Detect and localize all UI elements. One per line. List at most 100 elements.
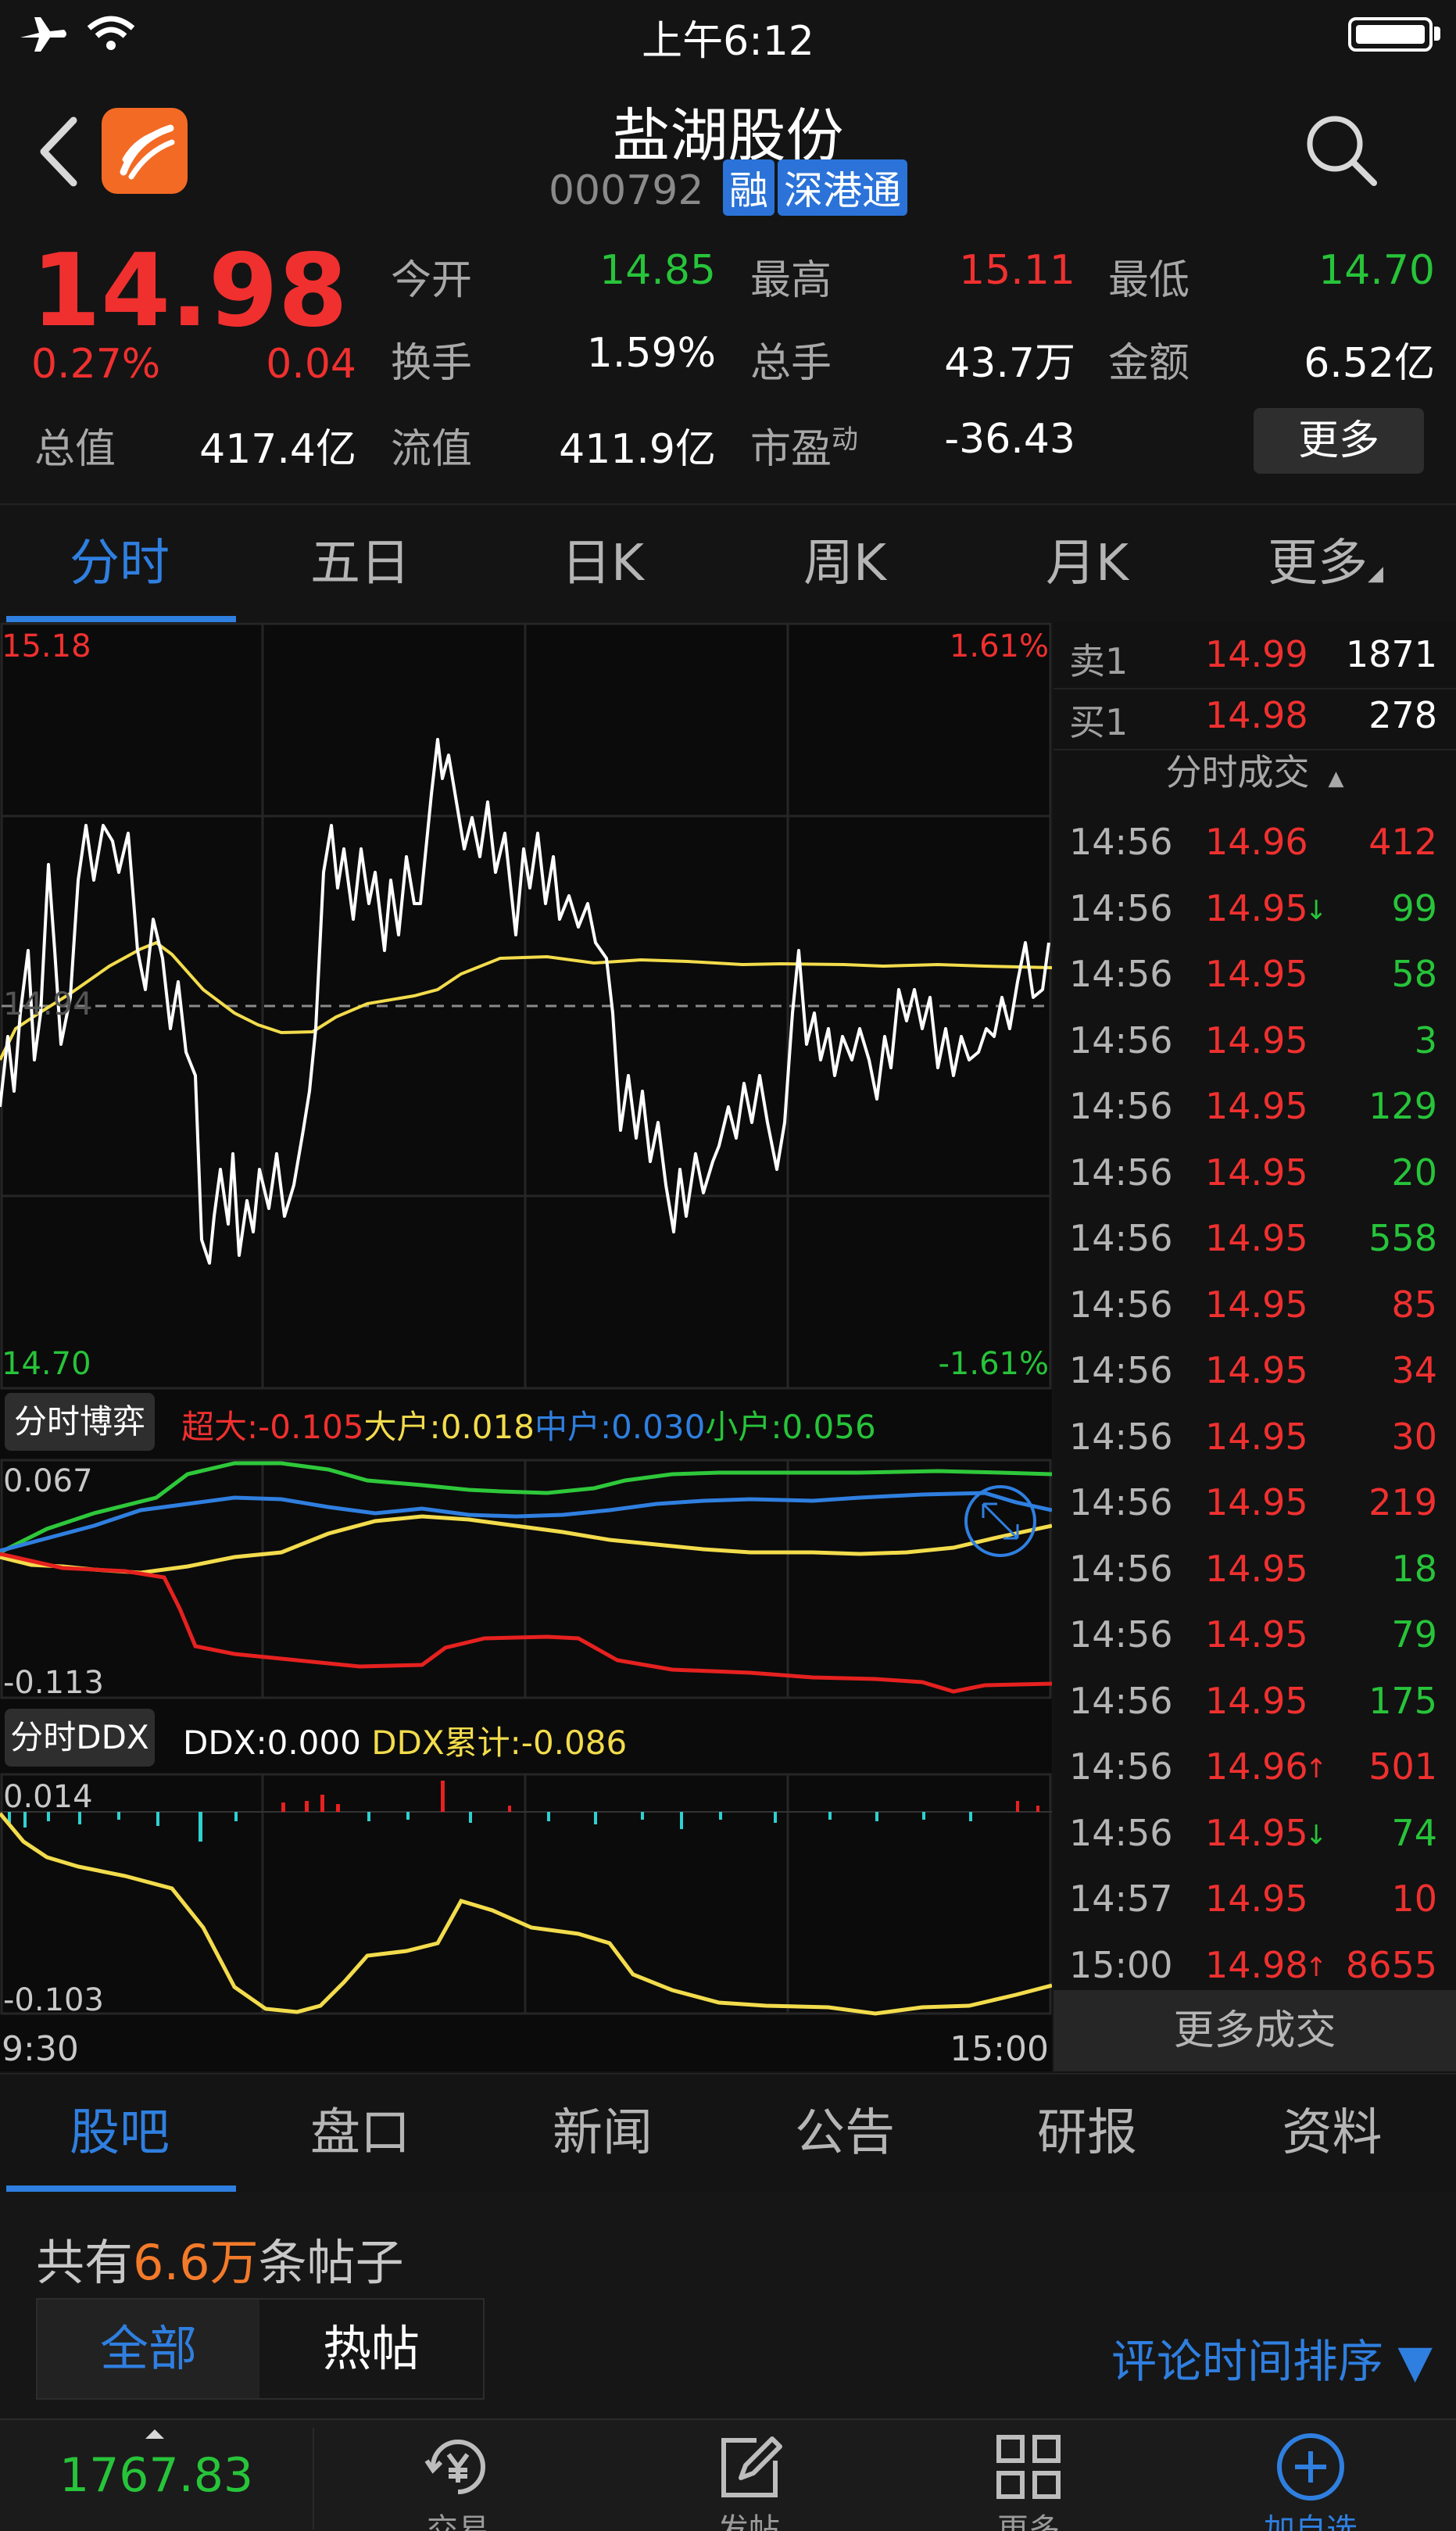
trade-qty: 3 <box>1414 1018 1437 1061</box>
trade-qty: 20 <box>1391 1151 1437 1194</box>
legend-small: 小户:0.056 <box>705 1408 876 1446</box>
tab-intraday[interactable]: 分时 <box>0 505 239 624</box>
tab-research[interactable]: 研报 <box>966 2075 1208 2193</box>
trades-title[interactable]: 分时成交 ▲ <box>1054 744 1456 796</box>
trade-price: 14.95 <box>1205 886 1308 929</box>
nav-more[interactable]: 更多 <box>883 2420 1174 2531</box>
axis-max-pct: 1.61% <box>949 628 1049 664</box>
amount-value: 6.52亿 <box>1304 340 1435 387</box>
battery-icon <box>1348 17 1433 52</box>
trade-row: 14:56 14.95 85 <box>1054 1273 1456 1338</box>
intraday-chart-area[interactable]: 15.18 1.61% 14.94 14.70 -1.61% 分时博弈 超大:-… <box>0 622 1052 2071</box>
connect-tag: 深港通 <box>778 159 908 216</box>
grid-icon <box>996 2435 1061 2499</box>
tab-weekly-k[interactable]: 周K <box>724 505 966 624</box>
quote-more-button[interactable]: 更多 <box>1254 408 1424 474</box>
more-trades-button[interactable]: 更多成交 <box>1054 1990 1456 2071</box>
change-value: 0.04 <box>266 341 356 388</box>
turnover-label: 换手 <box>391 340 473 387</box>
trade-price: 14.95 <box>1205 1349 1308 1391</box>
trade-qty: 18 <box>1391 1547 1437 1590</box>
info-tab-bar: 股吧 盘口 新闻 公告 研报 资料 <box>0 2073 1456 2193</box>
volume-label: 总手 <box>750 340 832 387</box>
trade-time: 14:56 <box>1069 821 1173 863</box>
axis-min-price: 14.70 <box>2 1346 91 1382</box>
legend-super-large: 超大:-0.105 <box>181 1408 364 1446</box>
trade-row: 14:56 14.95 558 <box>1054 1206 1456 1272</box>
trade-time: 14:56 <box>1069 886 1173 929</box>
open-value: 14.85 <box>599 247 716 294</box>
trade-qty: 30 <box>1391 1415 1437 1458</box>
nav-trade-label: 交易 <box>427 2512 489 2531</box>
game-axis-min: -0.113 <box>3 1665 104 1701</box>
trade-price: 14.95 <box>1205 1613 1308 1656</box>
trade-row: 14:56 14.95 58 <box>1054 942 1456 1008</box>
trade-price: 14.98 <box>1205 1943 1308 1986</box>
trade-row: 14:56 14.95 34 <box>1054 1338 1456 1404</box>
trade-qty: 99 <box>1391 886 1437 929</box>
trades-caret-icon: ▲ <box>1328 767 1344 790</box>
status-time: 上午6:12 <box>642 18 814 65</box>
ask-qty: 1871 <box>1345 633 1437 675</box>
trade-time: 14:56 <box>1069 1811 1173 1854</box>
search-icon[interactable] <box>1302 111 1380 189</box>
tab-five-day[interactable]: 五日 <box>239 505 481 624</box>
game-legend: 超大:-0.105大户:0.018中户:0.030小户:0.056 <box>181 1401 876 1448</box>
ask-row[interactable]: 卖1 14.99 1871 <box>1054 622 1456 689</box>
nav-more-label: 更多 <box>997 2512 1060 2531</box>
trade-qty: 74 <box>1391 1811 1437 1854</box>
tab-monthly-k[interactable]: 月K <box>966 505 1208 624</box>
trade-price: 14.95 <box>1205 1283 1308 1326</box>
expand-arrows-icon <box>982 1502 1019 1540</box>
game-panel-button[interactable]: 分时博弈 <box>5 1393 155 1451</box>
filter-all-button[interactable]: 全部 <box>38 2300 259 2398</box>
index-up-icon <box>145 2429 164 2439</box>
tab-news[interactable]: 新闻 <box>481 2075 724 2193</box>
trade-qty: 34 <box>1391 1349 1437 1391</box>
tab-profile[interactable]: 资料 <box>1208 2075 1456 2193</box>
tab-more-label: 更多 <box>1268 535 1368 592</box>
tab-announcements[interactable]: 公告 <box>724 2075 966 2193</box>
trade-time: 14:56 <box>1069 1085 1173 1127</box>
nav-post[interactable]: 发帖 <box>603 2420 894 2531</box>
last-price: 14.98 <box>31 233 348 349</box>
legend-ddx-cumulative: DDX累计:-0.086 <box>371 1724 628 1762</box>
bid-label: 买1 <box>1069 701 1129 743</box>
bid-row[interactable]: 买1 14.98 278 <box>1054 683 1456 750</box>
trade-row: 14:56 14.96 ↑ 501 <box>1054 1734 1456 1800</box>
sort-dropdown[interactable]: 评论时间排序 ▼ <box>1111 2325 1433 2390</box>
trade-time: 14:57 <box>1069 1878 1173 1920</box>
post-filter: 全部 热帖 <box>36 2298 485 2400</box>
post-count: 共有6.6万条帖子 <box>36 2223 404 2293</box>
trade-row: 14:56 14.95 3 <box>1054 1008 1456 1074</box>
quote-panel: 14.98 0.27% 0.04 今开 14.85 最高 15.11 最低 14… <box>0 220 1456 502</box>
legend-medium: 中户:0.030 <box>534 1408 706 1446</box>
trade-price: 14.96 <box>1205 821 1308 863</box>
trade-row: 14:56 14.95 79 <box>1054 1602 1456 1668</box>
trade-row: 14:56 14.95 219 <box>1054 1470 1456 1536</box>
trade-price: 14.95 <box>1205 1481 1308 1523</box>
trade-qty: 85 <box>1391 1283 1437 1326</box>
nav-trade[interactable]: 交易 <box>313 2420 603 2531</box>
trade-price: 14.95 <box>1205 1679 1308 1722</box>
tab-daily-k[interactable]: 日K <box>481 505 724 624</box>
nav-index[interactable]: 1767.83 <box>0 2420 291 2531</box>
tab-more[interactable]: 更多◢ <box>1208 505 1443 624</box>
filter-hot-button[interactable]: 热帖 <box>259 2300 483 2398</box>
trade-time: 14:56 <box>1069 1283 1173 1326</box>
trade-price: 14.95 <box>1205 1151 1308 1194</box>
axis-ref-price: 14.94 <box>3 986 93 1022</box>
game-axis-max: 0.067 <box>3 1463 93 1499</box>
trade-row: 14:56 14.95 30 <box>1054 1405 1456 1470</box>
nav-add-watchlist[interactable]: 加自选 <box>1165 2420 1456 2531</box>
tab-order-book[interactable]: 盘口 <box>239 2075 481 2193</box>
ddx-legend: DDX:0.000 DDX累计:-0.086 <box>183 1717 627 1764</box>
trade-time: 15:00 <box>1069 1943 1173 1986</box>
ddx-panel-button[interactable]: 分时DDX <box>5 1709 155 1767</box>
pe-label: 市盈动 <box>750 416 858 474</box>
trade-time: 14:56 <box>1069 1745 1173 1788</box>
tab-forum[interactable]: 股吧 <box>0 2075 239 2193</box>
trade-time: 14:56 <box>1069 1151 1173 1194</box>
trade-qty: 79 <box>1391 1613 1437 1656</box>
trade-row: 14:56 14.95 ↓ 99 <box>1054 876 1456 942</box>
